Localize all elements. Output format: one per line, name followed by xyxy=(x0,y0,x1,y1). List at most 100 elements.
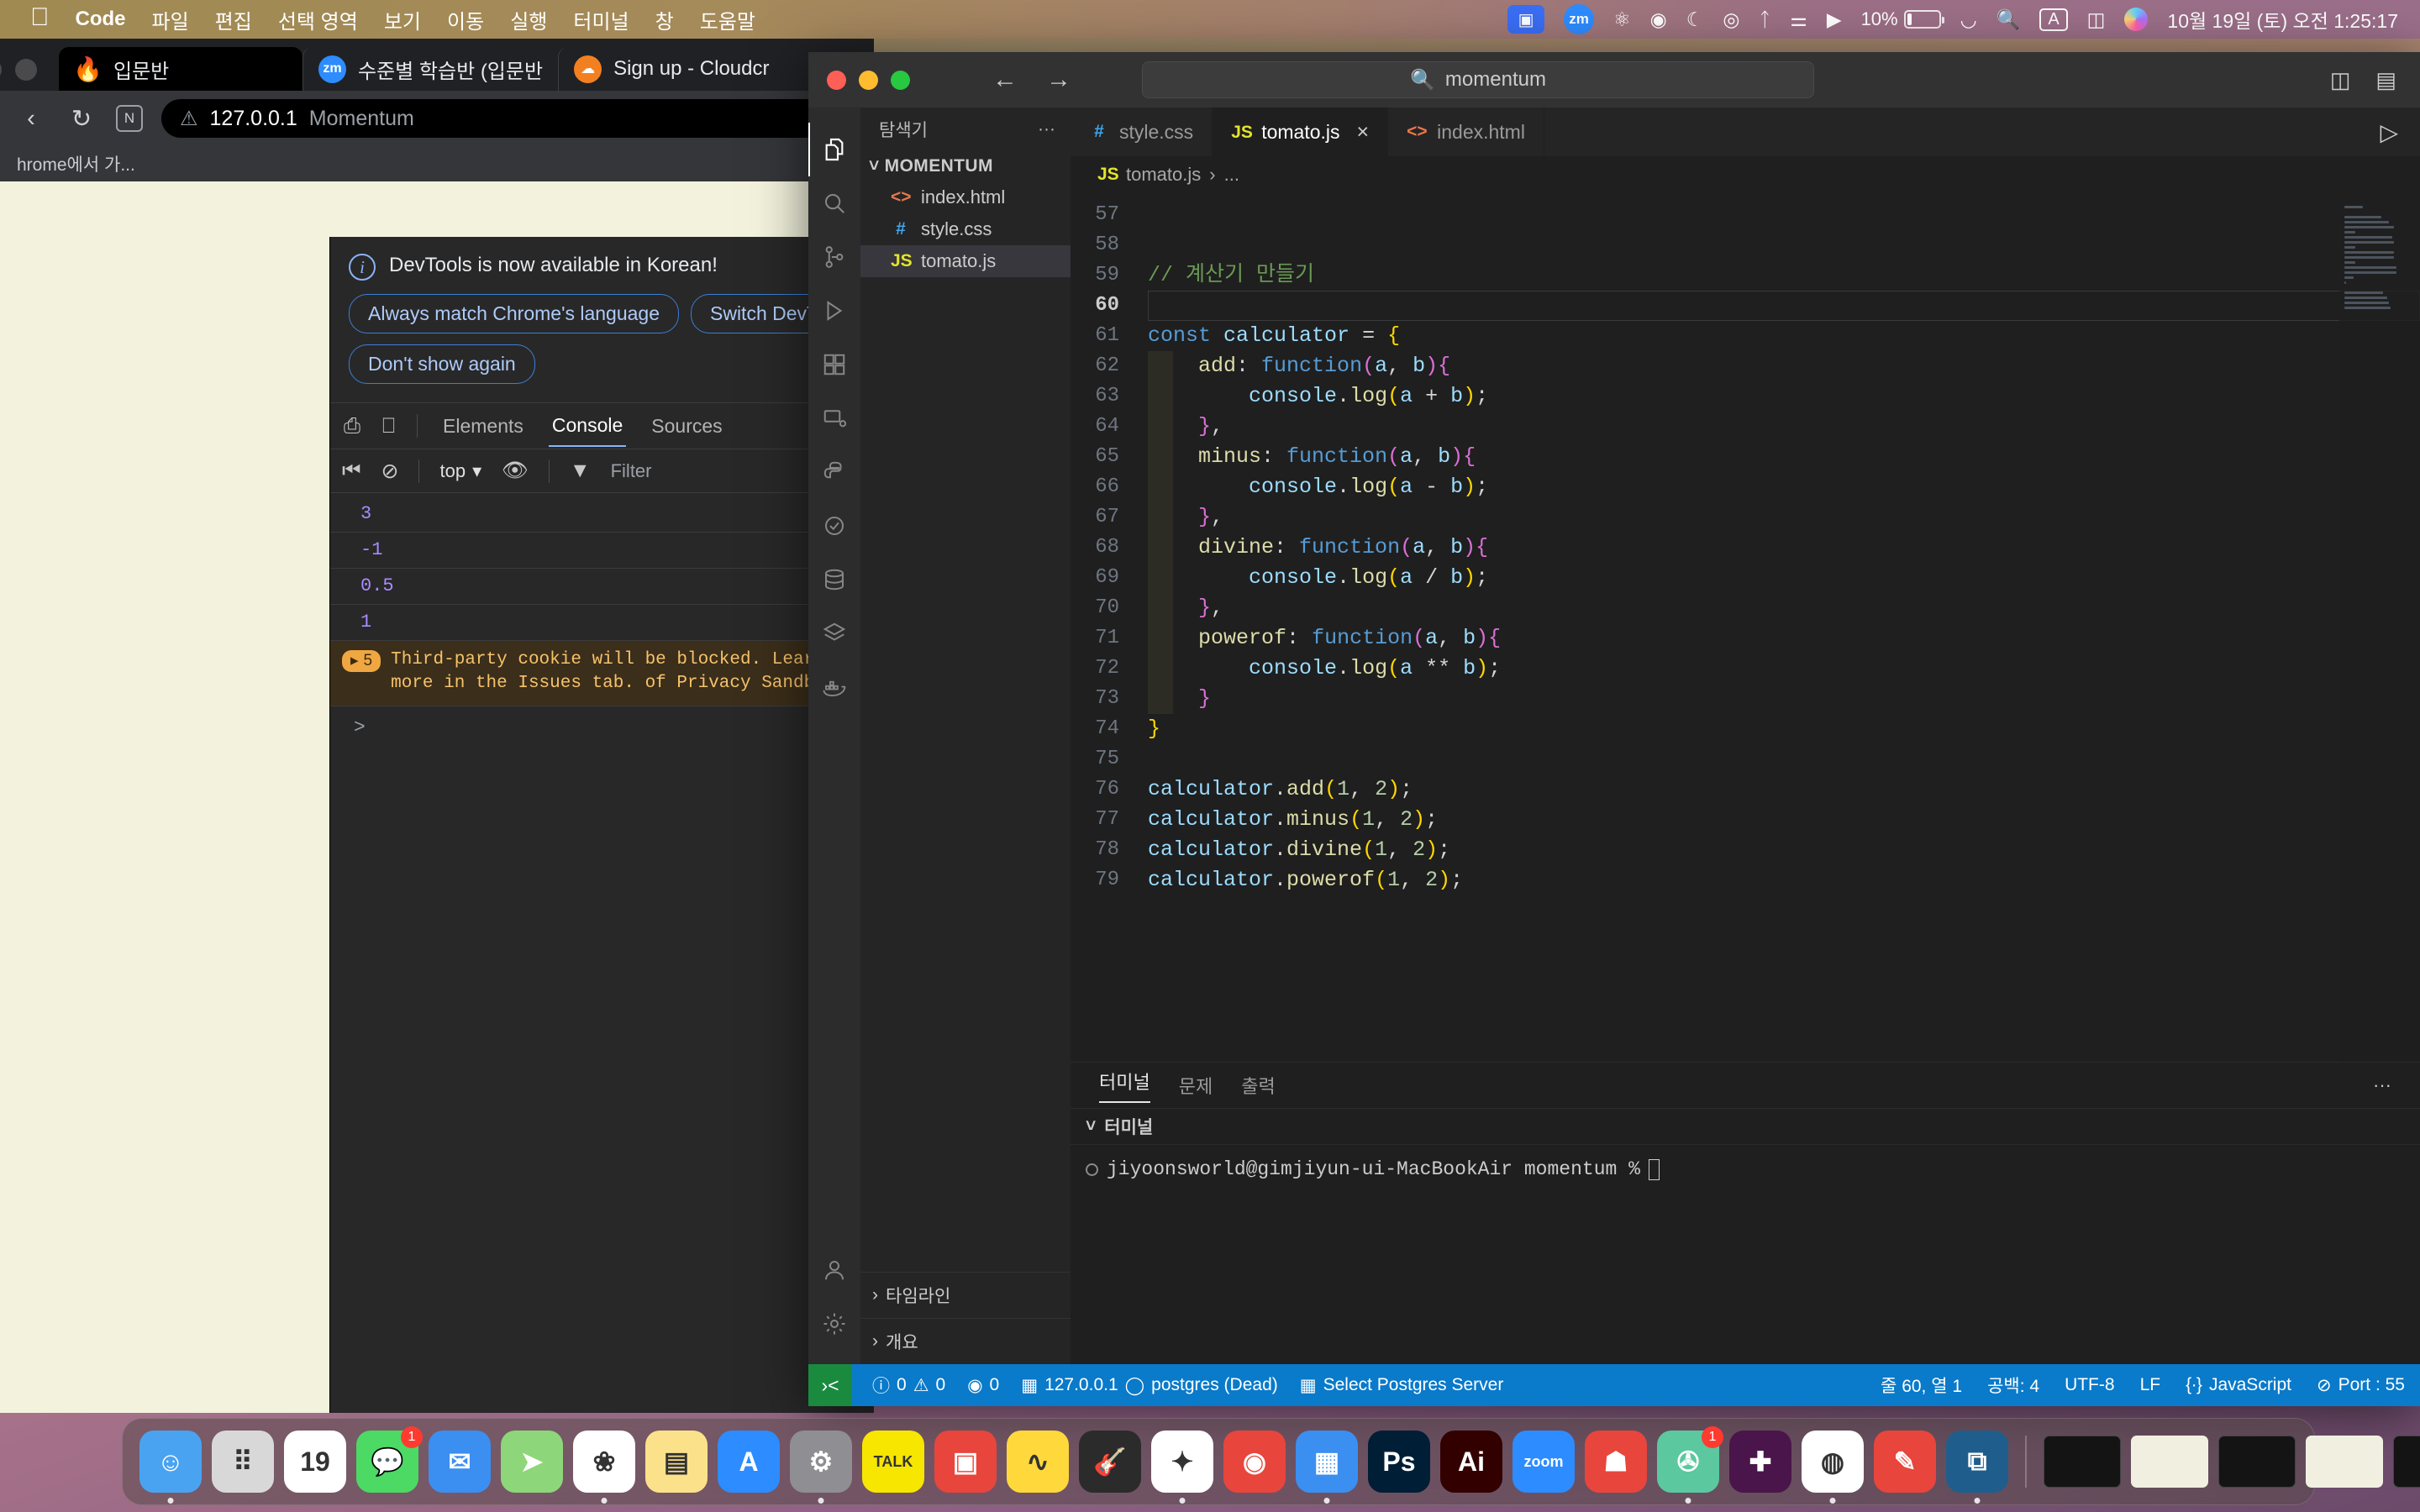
code-line[interactable]: 59 // 계산기 만들기 xyxy=(1071,260,2420,291)
menu-item-file[interactable]: 파일 xyxy=(152,5,189,34)
remote-window-icon[interactable]: ›< xyxy=(808,1364,852,1406)
menu-item-view[interactable]: 보기 xyxy=(384,5,421,34)
notification-badge-icon[interactable]: ◉ xyxy=(1650,8,1667,31)
guitar-icon[interactable]: 🎸 xyxy=(1079,1431,1141,1493)
code-line[interactable]: 71 powerof: function(a, b){ xyxy=(1071,623,2420,654)
activity-testing-icon[interactable] xyxy=(808,499,860,553)
editor-run-file-button[interactable]: ▷ xyxy=(2380,108,2420,156)
panel-more-icon[interactable]: ··· xyxy=(2373,1074,2391,1096)
code-line[interactable]: 57 xyxy=(1071,200,2420,230)
execution-context-selector[interactable]: top ▾ xyxy=(439,460,481,482)
back-button[interactable]: ‹ xyxy=(15,105,47,133)
bluetooth-icon[interactable]: ᛏ xyxy=(1759,8,1770,31)
mail-icon[interactable]: ✉ xyxy=(429,1431,491,1493)
vscode-forward-button[interactable]: → xyxy=(1046,66,1071,94)
vscode-zoom-button[interactable] xyxy=(891,70,910,90)
code-line[interactable]: 72 console. log(a ** b); xyxy=(1071,654,2420,684)
dock-window-thumbnail[interactable] xyxy=(2306,1436,2383,1488)
editor-tab-style-css[interactable]: # style.css xyxy=(1071,108,1213,156)
eye-icon[interactable]: 👁 xyxy=(502,459,529,483)
code-line[interactable]: 74} xyxy=(1071,714,2420,744)
notion-icon[interactable]: ☗ xyxy=(1585,1431,1647,1493)
finder-icon[interactable]: ☺ xyxy=(139,1431,202,1504)
editor-tab-tomato-js[interactable]: JS tomato.js × xyxy=(1213,108,1389,156)
reload-button[interactable]: ↻ xyxy=(66,104,97,134)
menu-item-window[interactable]: 창 xyxy=(655,5,674,34)
vscode-back-button[interactable]: ← xyxy=(992,66,1018,94)
menu-item-help[interactable]: 도움말 xyxy=(700,5,755,34)
chrome-bookmarks-bar[interactable]: hrome에서 가... xyxy=(0,146,874,181)
status-select-postgres-server[interactable]: ▦ Select Postgres Server xyxy=(1300,1375,1504,1396)
code-line[interactable]: 65 minus: function(a, b){ xyxy=(1071,442,2420,472)
code-line[interactable]: 79 calculator. powerof(1, 2); xyxy=(1071,865,2420,895)
profile-avatar[interactable]: N xyxy=(116,105,143,132)
editor-tab-close-icon[interactable]: × xyxy=(1357,120,1370,144)
battery-status[interactable]: 10% xyxy=(1861,8,1944,30)
explorer-file-tomato-js[interactable]: JS tomato.js xyxy=(860,245,1071,277)
code-line[interactable]: 61 const calculator = { xyxy=(1071,321,2420,351)
chrome-tab-3[interactable]: ☁ Sign up - Cloudcr xyxy=(558,47,802,91)
slack-icon[interactable]: ✚ xyxy=(1729,1431,1791,1493)
zoom-status-icon[interactable]: zm xyxy=(1564,4,1595,34)
control-center-icon[interactable]: ◫ xyxy=(2087,8,2106,31)
editor-breadcrumb[interactable]: JS tomato.js › ... xyxy=(1071,156,2420,193)
menu-app-name[interactable]: Code xyxy=(76,8,126,31)
activity-source-control-icon[interactable] xyxy=(808,230,860,284)
code-line[interactable]: 66 console. log(a - b); xyxy=(1071,472,2420,502)
status-port[interactable]: ⊘ Port : 55 xyxy=(2317,1375,2405,1396)
breadcrumb-symbol[interactable]: ... xyxy=(1224,164,1239,186)
address-bar[interactable]: ⚠ 127.0.0.1 Momentum xyxy=(161,99,859,138)
stats-icon[interactable]: ⚛ xyxy=(1613,8,1631,31)
dont-show-again-button[interactable]: Don't show again xyxy=(349,344,535,384)
code-line[interactable]: 63 console. log(a + b); xyxy=(1071,381,2420,412)
appstore-icon[interactable]: A xyxy=(718,1431,780,1493)
inspect-element-icon[interactable]: ⎙ xyxy=(344,414,360,438)
now-playing-icon[interactable]: ▶ xyxy=(1827,8,1842,31)
activity-search-icon[interactable] xyxy=(808,176,860,230)
activity-docker-icon[interactable] xyxy=(808,660,860,714)
code-line[interactable]: 75 xyxy=(1071,744,2420,774)
dock-window-thumbnail[interactable] xyxy=(2044,1436,2121,1488)
not-secure-icon[interactable]: ⚠ xyxy=(180,107,198,131)
code-line[interactable]: 76 calculator. add(1, 2); xyxy=(1071,774,2420,805)
chrome-icon[interactable]: ◍ xyxy=(1802,1431,1864,1504)
panel-tab-output[interactable]: 출력 xyxy=(1241,1072,1275,1099)
activity-account-icon[interactable] xyxy=(808,1243,860,1297)
console-warning-row[interactable]: ▸ 5 Third-party cookie will be blocked. L… xyxy=(330,641,874,706)
dock-window-thumbnail[interactable] xyxy=(2131,1436,2208,1488)
activity-layers-icon[interactable] xyxy=(808,606,860,660)
wifi-icon[interactable]: ◡ xyxy=(1960,8,1977,31)
activity-run-debug-icon[interactable] xyxy=(808,284,860,338)
menu-bar-clock[interactable]: 10월 19일 (토) 오전 1:25:17 xyxy=(2167,5,2398,34)
dock-window-thumbnail[interactable] xyxy=(2393,1436,2420,1488)
vscode-quick-open-input[interactable]: 🔍 momentum xyxy=(1142,61,1814,98)
status-language-mode[interactable]: {∙} JavaScript xyxy=(2186,1375,2291,1395)
customize-layout-icon[interactable]: ▤ xyxy=(2375,67,2396,93)
always-match-language-button[interactable]: Always match Chrome's language xyxy=(349,294,679,333)
console-prompt[interactable]: > xyxy=(330,706,874,738)
menu-item-selection[interactable]: 선택 영역 xyxy=(278,5,358,34)
editor-minimap[interactable] xyxy=(2339,193,2420,1062)
keyboard-icon[interactable]: ⚌ xyxy=(1790,8,1807,31)
activity-python-icon[interactable] xyxy=(808,445,860,499)
menu-item-go[interactable]: 이동 xyxy=(447,5,484,34)
bookmark-item-label[interactable]: hrome에서 가... xyxy=(17,151,135,176)
vscode-close-button[interactable] xyxy=(827,70,846,90)
calendar-icon[interactable]: 19 xyxy=(284,1431,346,1493)
input-source-icon[interactable]: A xyxy=(2039,8,2068,31)
panel-tab-terminal[interactable]: 터미널 xyxy=(1099,1068,1150,1103)
explorer-section-timeline[interactable]: › 타임라인 xyxy=(860,1272,1071,1318)
screen-recording-icon[interactable]: ▣ xyxy=(1507,5,1545,34)
code-line[interactable]: 77 calculator. minus(1, 2); xyxy=(1071,805,2420,835)
moon-icon[interactable]: ☾ xyxy=(1686,8,1704,31)
maps-icon[interactable]: ➤ xyxy=(501,1431,563,1493)
code-line[interactable]: 64 }, xyxy=(1071,412,2420,442)
creative-cloud-icon[interactable]: ◉ xyxy=(1223,1431,1286,1493)
messages-icon[interactable]: 💬 1 xyxy=(356,1426,423,1493)
tools-icon[interactable]: ✇ 1 xyxy=(1657,1426,1723,1504)
status-eol[interactable]: LF xyxy=(2140,1375,2161,1395)
window-minimize-button[interactable] xyxy=(15,59,37,81)
garageband-wave-icon[interactable]: ∿ xyxy=(1007,1431,1069,1493)
chrome-traffic-lights[interactable] xyxy=(0,59,37,81)
status-indentation[interactable]: 공백: 4 xyxy=(1987,1373,2039,1398)
